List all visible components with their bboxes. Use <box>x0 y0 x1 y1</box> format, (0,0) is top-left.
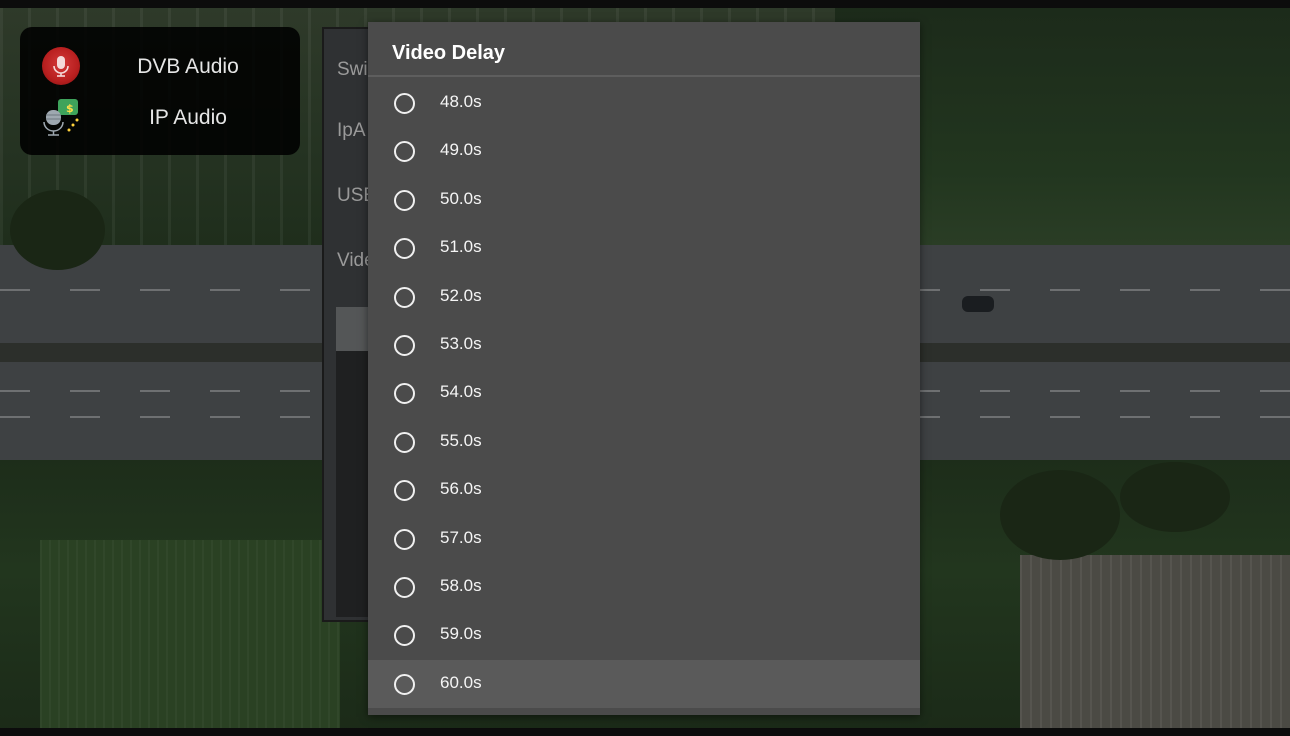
video-delay-dialog: Video Delay 48.0s 49.0s 50.0s 51.0s 52.0… <box>368 22 920 715</box>
frame-edge <box>0 728 1290 736</box>
delay-option[interactable]: 54.0s <box>368 369 920 417</box>
delay-option[interactable]: 49.0s <box>368 127 920 175</box>
delay-option-focused[interactable]: 60.0s <box>368 660 920 708</box>
delay-option-label: 57.0s <box>440 528 482 547</box>
delay-option-label: 48.0s <box>440 92 482 111</box>
delay-option-label: 51.0s <box>440 237 482 256</box>
radio-button-icon[interactable] <box>394 238 415 259</box>
delay-option-label: 58.0s <box>440 576 482 595</box>
radio-button-icon[interactable] <box>394 577 415 598</box>
delay-option-label: 56.0s <box>440 479 482 498</box>
radio-button-icon[interactable] <box>394 93 415 114</box>
radio-button-icon[interactable] <box>394 529 415 550</box>
delay-option[interactable]: 57.0s <box>368 515 920 563</box>
car <box>962 296 994 312</box>
radio-button-icon[interactable] <box>394 141 415 162</box>
radio-button-icon[interactable] <box>394 480 415 501</box>
audio-source-panel: DVB Audio $ IP Audio <box>20 27 300 155</box>
delay-option-label: 49.0s <box>440 140 482 159</box>
delay-option[interactable]: 52.0s <box>368 273 920 321</box>
audio-option-ip[interactable]: $ IP Audio <box>20 93 300 143</box>
delay-option-label: 55.0s <box>440 431 482 450</box>
radio-button-icon[interactable] <box>394 335 415 356</box>
radio-button-icon[interactable] <box>394 190 415 211</box>
divider <box>368 75 920 77</box>
radio-button-icon[interactable] <box>394 674 415 695</box>
delay-option[interactable]: 59.0s <box>368 611 920 659</box>
delay-option[interactable]: 56.0s <box>368 466 920 514</box>
delay-option[interactable]: 58.0s <box>368 563 920 611</box>
delay-option[interactable]: 51.0s <box>368 224 920 272</box>
microphone-red-icon <box>42 47 82 87</box>
radio-button-icon[interactable] <box>394 432 415 453</box>
settings-item[interactable]: IpA <box>337 120 366 142</box>
delay-option[interactable]: 55.0s <box>368 418 920 466</box>
delay-option-label: 53.0s <box>440 334 482 353</box>
tree <box>1120 462 1230 532</box>
audio-option-label: IP Audio <box>149 106 227 129</box>
radio-button-icon[interactable] <box>394 383 415 404</box>
delay-option-label: 60.0s <box>440 673 482 692</box>
settings-item[interactable]: Swi <box>337 59 368 81</box>
audio-option-dvb[interactable]: DVB Audio <box>20 42 300 92</box>
dialog-title: Video Delay <box>392 42 506 64</box>
tree <box>10 190 105 270</box>
delay-option-label: 50.0s <box>440 189 482 208</box>
crop-field <box>40 540 340 736</box>
delay-option[interactable]: 48.0s <box>368 79 920 127</box>
delay-option[interactable]: 53.0s <box>368 321 920 369</box>
delay-option-label: 54.0s <box>440 382 482 401</box>
frame-edge <box>0 0 1290 8</box>
delay-option[interactable]: 50.0s <box>368 176 920 224</box>
radio-button-icon[interactable] <box>394 625 415 646</box>
radio-button-icon[interactable] <box>394 287 415 308</box>
svg-text:$: $ <box>66 102 74 115</box>
crop-field <box>1020 555 1290 736</box>
audio-option-label: DVB Audio <box>137 55 239 78</box>
delay-option-label: 59.0s <box>440 624 482 643</box>
tree <box>1000 470 1120 560</box>
delay-option-label: 52.0s <box>440 286 482 305</box>
microphone-ip-icon: $ <box>42 98 82 138</box>
